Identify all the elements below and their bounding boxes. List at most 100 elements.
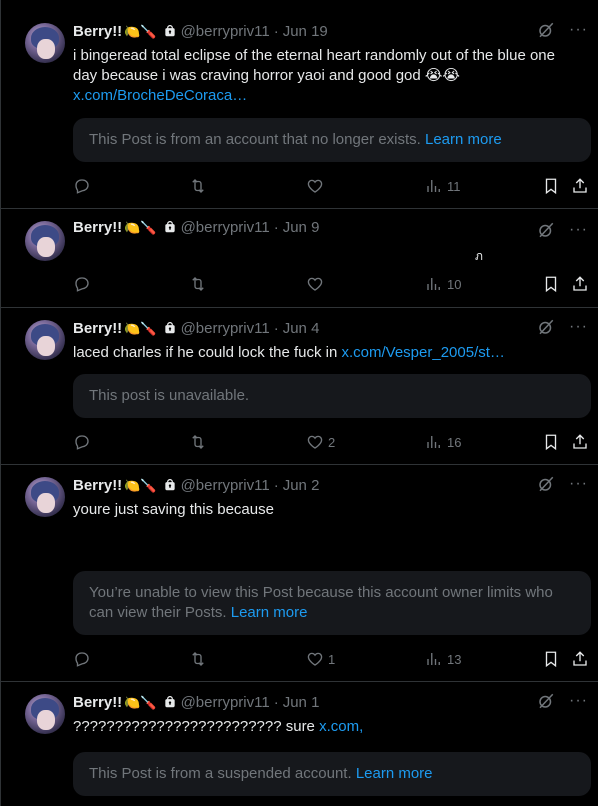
post-text: youre just saving this because bbox=[73, 500, 583, 518]
quote-text: This Post is from an account that no lon… bbox=[89, 131, 421, 148]
learn-more-link[interactable]: Learn more bbox=[231, 604, 308, 621]
bookmark-button[interactable] bbox=[542, 433, 560, 451]
post-link[interactable]: x.com, bbox=[319, 718, 363, 735]
grok-icon[interactable] bbox=[537, 318, 555, 336]
more-icon[interactable]: ··· bbox=[569, 21, 587, 39]
more-icon[interactable]: ··· bbox=[569, 692, 587, 710]
avatar[interactable] bbox=[25, 221, 65, 261]
like-button[interactable]: 1 bbox=[306, 650, 335, 668]
display-name[interactable]: Berry!! bbox=[73, 477, 122, 494]
avatar[interactable] bbox=[25, 320, 65, 360]
avatar[interactable] bbox=[25, 694, 65, 734]
quoted-post-card[interactable]: You’re unable to view this Post because … bbox=[73, 571, 591, 635]
view-count: 16 bbox=[447, 434, 462, 450]
post-text: ????????????????????????? sure x.com, bbox=[73, 717, 583, 737]
post[interactable]: Berry!! 🍋🪛 @berrypriv11 · Jun 9 ··· ภ 10 bbox=[1, 209, 598, 308]
handle[interactable]: @berrypriv11 bbox=[181, 477, 270, 494]
post[interactable]: Berry!! 🍋🪛 @berrypriv11 · Jun 1 ··· ????… bbox=[1, 682, 598, 806]
bookmark-button[interactable] bbox=[542, 177, 560, 195]
post-link[interactable]: x.com/Vesper_2005/st… bbox=[341, 344, 504, 361]
reply-button[interactable] bbox=[73, 275, 91, 293]
share-button[interactable] bbox=[571, 433, 589, 451]
share-button[interactable] bbox=[571, 650, 589, 668]
share-icon bbox=[573, 276, 587, 291]
repost-button[interactable] bbox=[189, 177, 207, 195]
action-bar: 11 bbox=[73, 177, 591, 197]
handle[interactable]: @berrypriv11 bbox=[181, 320, 270, 337]
repost-icon bbox=[192, 179, 204, 193]
header-icons: ··· bbox=[537, 318, 587, 336]
grok-icon[interactable] bbox=[537, 475, 555, 493]
grok-icon[interactable] bbox=[537, 692, 555, 710]
share-icon bbox=[573, 434, 587, 449]
quote-text: This post is unavailable. bbox=[89, 387, 250, 404]
post-date[interactable]: Jun 2 bbox=[283, 477, 320, 494]
header-icons: ··· bbox=[537, 692, 587, 710]
display-name[interactable]: Berry!! bbox=[73, 694, 122, 711]
handle[interactable]: @berrypriv11 bbox=[181, 219, 270, 235]
like-icon bbox=[307, 277, 323, 291]
bookmark-button[interactable] bbox=[542, 275, 560, 293]
learn-more-link[interactable]: Learn more bbox=[356, 765, 433, 782]
post-body: ????????????????????????? sure bbox=[73, 718, 315, 735]
post-date[interactable]: Jun 4 bbox=[283, 320, 320, 337]
repost-button[interactable] bbox=[189, 275, 207, 293]
reply-button[interactable] bbox=[73, 177, 91, 195]
views-button[interactable]: 16 bbox=[425, 433, 461, 451]
bookmark-button[interactable] bbox=[542, 650, 560, 668]
header-icons: ··· bbox=[537, 21, 587, 39]
avatar[interactable] bbox=[25, 477, 65, 517]
grok-icon[interactable] bbox=[537, 221, 555, 239]
views-button[interactable]: 10 bbox=[425, 275, 461, 293]
handle[interactable]: @berrypriv11 bbox=[181, 694, 270, 711]
post-header: Berry!! 🍋🪛 @berrypriv11 · Jun 4 ··· bbox=[73, 318, 587, 338]
quoted-post-card[interactable]: This post is unavailable. bbox=[73, 374, 591, 418]
learn-more-link[interactable]: Learn more bbox=[425, 131, 502, 148]
post-body: youre just saving this because bbox=[73, 501, 274, 518]
avatar[interactable] bbox=[25, 23, 65, 63]
like-icon bbox=[307, 435, 323, 449]
post[interactable]: Berry!! 🍋🪛 @berrypriv11 · Jun 19 ··· i b… bbox=[1, 11, 598, 209]
post-header: Berry!! 🍋🪛 @berrypriv11 · Jun 2 ··· bbox=[73, 475, 587, 495]
share-icon bbox=[573, 651, 587, 666]
post-date[interactable]: Jun 19 bbox=[283, 23, 328, 40]
handle[interactable]: @berrypriv11 bbox=[181, 23, 270, 40]
post-header: Berry!! 🍋🪛 @berrypriv11 · Jun 1 ··· bbox=[73, 692, 587, 712]
action-bar: 2 16 bbox=[73, 433, 591, 453]
like-button[interactable] bbox=[306, 177, 328, 195]
timeline-feed: Berry!! 🍋🪛 @berrypriv11 · Jun 19 ··· i b… bbox=[0, 0, 598, 806]
like-button[interactable]: 2 bbox=[306, 433, 335, 451]
more-icon[interactable]: ··· bbox=[569, 221, 587, 239]
display-name[interactable]: Berry!! bbox=[73, 219, 122, 235]
more-icon[interactable]: ··· bbox=[569, 475, 587, 493]
views-button[interactable]: 11 bbox=[425, 177, 461, 195]
quoted-post-card[interactable]: This Post is from an account that no lon… bbox=[73, 118, 591, 162]
display-name[interactable]: Berry!! bbox=[73, 320, 122, 337]
views-button[interactable]: 13 bbox=[425, 650, 461, 668]
post-date[interactable]: Jun 1 bbox=[283, 694, 320, 711]
repost-button[interactable] bbox=[189, 650, 207, 668]
share-button[interactable] bbox=[571, 177, 589, 195]
post-date[interactable]: Jun 9 bbox=[283, 219, 320, 235]
post[interactable]: Berry!! 🍋🪛 @berrypriv11 · Jun 2 ··· your… bbox=[1, 465, 598, 682]
display-name[interactable]: Berry!! bbox=[73, 23, 122, 40]
repost-icon bbox=[192, 435, 204, 449]
reply-icon bbox=[75, 277, 89, 292]
header-icons: ··· bbox=[537, 221, 587, 239]
name-emojis: 🍋🪛 bbox=[124, 694, 157, 710]
view-count: 13 bbox=[447, 651, 462, 667]
grok-icon[interactable] bbox=[537, 21, 555, 39]
share-button[interactable] bbox=[571, 275, 589, 293]
share-icon bbox=[573, 178, 587, 193]
post-link[interactable]: x.com/BrocheDeCoraca… bbox=[73, 87, 247, 104]
like-button[interactable] bbox=[306, 275, 324, 293]
quoted-post-card[interactable]: This Post is from a suspended account. L… bbox=[73, 752, 591, 796]
header-icons: ··· bbox=[537, 475, 587, 493]
post[interactable]: Berry!! 🍋🪛 @berrypriv11 · Jun 4 ··· lace… bbox=[1, 308, 598, 465]
reply-button[interactable] bbox=[73, 650, 91, 668]
quote-text: This Post is from a suspended account. bbox=[89, 765, 352, 782]
repost-button[interactable] bbox=[189, 433, 207, 451]
post-header: Berry!! 🍋🪛 @berrypriv11 · Jun 19 ··· bbox=[73, 21, 587, 41]
reply-button[interactable] bbox=[73, 433, 91, 451]
more-icon[interactable]: ··· bbox=[569, 318, 587, 336]
